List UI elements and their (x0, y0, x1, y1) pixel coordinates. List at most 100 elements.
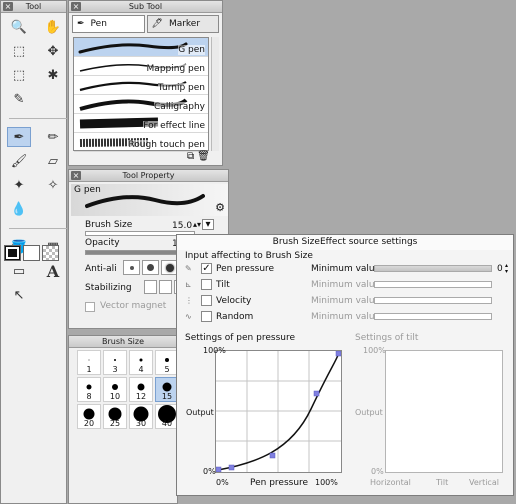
tool-panel-titlebar: × Tool (1, 1, 66, 13)
brush-item-mapping-pen[interactable]: Mapping pen (74, 57, 208, 76)
empty-slot (41, 89, 65, 109)
move-layer-tool-icon[interactable]: ✥ (41, 41, 65, 61)
minimum-spin-icon[interactable]: ▴ ▾ (505, 263, 508, 275)
pressure-y-label: Output (186, 408, 214, 417)
brush-size-cell[interactable]: 3 (103, 350, 127, 375)
antialias-none-button[interactable] (123, 260, 140, 275)
selection-tool-icon[interactable]: ⬚ (7, 65, 31, 85)
input-row-pen-pressure[interactable]: ✎ ✓ Pen pressure (185, 262, 274, 275)
brush-size-titlebar: Brush Size (69, 336, 177, 348)
tilt-x-vertical: Vertical (469, 478, 499, 487)
velocity-minimum-label: Minimum value (311, 296, 381, 306)
brush-size-cell[interactable]: 1 (77, 350, 101, 375)
brush-size-cell[interactable]: 12 (129, 377, 153, 402)
stabilizing-label: Stabilizing (85, 283, 132, 293)
random-minimum-slider[interactable] (374, 313, 492, 320)
random-icon: ∿ (185, 312, 192, 321)
tool-panel-title: Tool (25, 2, 42, 11)
main-color-swatch[interactable] (4, 245, 21, 261)
brush-size-cell[interactable]: 20 (77, 404, 101, 429)
tool-grid: 🔍 ✋ ⬚ ✥ ⬚ ✱ ✎ ✒ ✏ 🖌 ▱ ✦ ✧ 💧 🪣 ▦ ▭ A ↖ (1, 13, 67, 305)
pen-pressure-checkbox[interactable]: ✓ (201, 263, 212, 274)
brush-size-panel: Brush Size 1 3 4 5 8 10 12 15 20 25 30 4… (68, 335, 179, 504)
brush-size-cell[interactable]: 10 (103, 377, 127, 402)
brush-list-scrollbar[interactable] (211, 37, 219, 151)
tilt-x-horizontal: Horizontal (370, 478, 411, 487)
random-checkbox[interactable] (201, 311, 212, 322)
pen-pressure-label: Pen pressure (216, 263, 275, 274)
brush-item-label: For effect line (143, 121, 205, 131)
decoration-tool-icon[interactable]: ✦ (7, 175, 31, 195)
pen-pressure-minimum-value[interactable]: 0 (497, 264, 503, 274)
trash-icon[interactable]: 🗑 (197, 151, 210, 162)
brush-item-label: Turnip pen (157, 83, 205, 93)
pen-tool-icon[interactable]: ✒ (7, 127, 31, 147)
color-swatches (4, 245, 59, 261)
antialias-weak-button[interactable] (142, 260, 159, 275)
tool-property-titlebar: × Tool Property (69, 170, 228, 182)
blend-tool-icon[interactable]: 💧 (7, 199, 31, 219)
brush-size-spin-icon[interactable]: ▴▾ (193, 220, 201, 229)
pencil-tool-icon[interactable]: ✏ (41, 127, 65, 147)
pen-pressure-curve-graph[interactable] (215, 350, 342, 473)
sub-color-swatch[interactable] (23, 245, 40, 261)
brush-size-value[interactable]: 15.0 (172, 221, 192, 231)
pressure-x-left: 0% (216, 478, 229, 487)
stabilizing-box[interactable] (144, 280, 157, 294)
tilt-minimum-slider[interactable] (374, 281, 492, 288)
transparent-color-swatch[interactable] (42, 245, 59, 261)
brush-tool-icon[interactable]: 🖌 (7, 151, 31, 171)
copy-subtool-icon[interactable]: ⧉ (187, 151, 194, 162)
pen-pressure-icon: ✎ (185, 264, 192, 273)
brush-size-cell[interactable]: 30 (129, 404, 153, 429)
auto-select-tool-icon[interactable]: ✱ (41, 65, 65, 85)
pressure-x-label: Pen pressure (250, 478, 309, 488)
input-row-tilt[interactable]: ⊾ Tilt (185, 278, 230, 291)
brush-size-cell[interactable]: 25 (103, 404, 127, 429)
brush-size-effect-icon[interactable]: ▾ (202, 219, 214, 230)
eyedropper-tool-icon[interactable]: ✎ (7, 89, 31, 109)
tilt-label: Tilt (216, 279, 230, 290)
figure-tool-icon[interactable]: ▭ (7, 261, 31, 281)
tilt-graph-title: Settings of tilt (355, 333, 419, 343)
tool-panel: × Tool 🔍 ✋ ⬚ ✥ ⬚ ✱ ✎ ✒ ✏ 🖌 ▱ ✦ ✧ 💧 🪣 ▦ ▭… (0, 0, 67, 504)
input-row-velocity[interactable]: ⋮ Velocity (185, 294, 251, 307)
tool-property-close-button[interactable]: × (71, 171, 81, 180)
brush-item-calligraphy[interactable]: Calligraphy (74, 95, 208, 114)
brush-item-label: G pen (178, 45, 205, 55)
vector-magnet-checkbox[interactable] (85, 302, 95, 312)
pressure-x-right: 100% (315, 478, 338, 487)
tilt-y-label: Output (355, 408, 383, 417)
eraser-tool-icon[interactable]: ▱ (41, 151, 65, 171)
brush-item-rough-touch-pen[interactable]: Rough touch pen (74, 133, 208, 152)
velocity-checkbox[interactable] (201, 295, 212, 306)
brush-item-turnip-pen[interactable]: Turnip pen (74, 76, 208, 95)
brush-item-effect-line[interactable]: For effect line (74, 114, 208, 133)
text-tool-icon[interactable]: A (41, 261, 65, 281)
vector-magnet-label: Vector magnet (100, 301, 167, 311)
pen-pressure-minimum-slider[interactable] (374, 265, 492, 272)
tilt-checkbox[interactable] (201, 279, 212, 290)
tab-pen[interactable]: ✒ Pen (72, 15, 145, 33)
hand-tool-icon[interactable]: ✋ (41, 17, 65, 37)
brush-settings-icon[interactable]: ⚙ (215, 201, 225, 214)
brush-size-cell[interactable]: 4 (129, 350, 153, 375)
subtool-titlebar: × Sub Tool (69, 1, 222, 13)
brush-size-cell[interactable]: 8 (77, 377, 101, 402)
pen-icon: ✒ (77, 19, 85, 29)
empty-slot (41, 199, 65, 219)
inputs-section-title: Input affecting to Brush Size (185, 251, 313, 261)
velocity-minimum-slider[interactable] (374, 297, 492, 304)
brush-size-panel-title: Brush Size (101, 337, 145, 346)
airbrush-tool-icon[interactable]: ✧ (41, 175, 65, 195)
brush-item-g-pen[interactable]: G pen (74, 38, 208, 57)
tool-divider (9, 223, 67, 229)
tab-marker[interactable]: 🖊 Marker (146, 15, 219, 33)
tool-panel-close-button[interactable]: × (3, 2, 13, 11)
zoom-tool-icon[interactable]: 🔍 (7, 17, 31, 37)
correct-line-tool-icon[interactable]: ↖ (7, 285, 31, 305)
input-row-random[interactable]: ∿ Random (185, 310, 253, 323)
stabilizing-box[interactable] (159, 280, 172, 294)
subtool-close-button[interactable]: × (71, 2, 81, 11)
operation-tool-icon[interactable]: ⬚ (7, 41, 31, 61)
